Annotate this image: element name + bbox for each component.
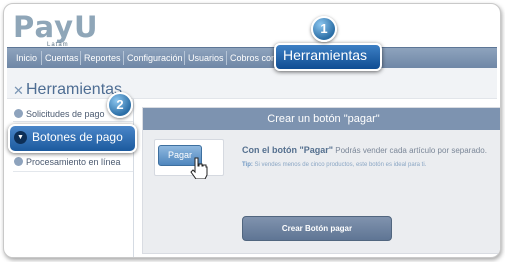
payu-logo[interactable]: PayU Latam xyxy=(13,10,99,49)
tip: Tip: Si vendes menos de cinco productos,… xyxy=(242,162,426,168)
nav-item-inicio[interactable]: Inicio xyxy=(16,48,37,68)
chevron-down-icon: ▼ xyxy=(14,131,27,144)
sidebar-item-label: Botones de pago xyxy=(32,130,123,144)
divider xyxy=(13,171,133,172)
logo-text: PayU xyxy=(13,10,99,44)
sidebar-item-label: Solicitudes de pago xyxy=(26,109,105,119)
sidebar: Solicitudes de pago Procesamiento en lín… xyxy=(7,99,134,257)
browser-frame: PayU Latam Inicio Cuentas Reportes Confi… xyxy=(3,3,501,258)
nav-separator xyxy=(123,51,124,65)
step-1-number: 1 xyxy=(320,21,328,36)
nav-item-reportes[interactable]: Reportes xyxy=(84,48,121,68)
nav-separator xyxy=(80,51,81,65)
nav-separator xyxy=(184,51,185,65)
tip-label: Tip: xyxy=(242,162,253,168)
sidebar-title: Herramientas xyxy=(26,81,123,98)
description: Con el botón "Pagar" Podrás vender cada … xyxy=(242,145,487,155)
circle-arrow-icon xyxy=(14,157,23,166)
step-2-badge: 2 xyxy=(107,92,133,118)
tip-text: Si vendes menos de cinco productos, este… xyxy=(252,162,427,168)
nav-separator xyxy=(226,51,227,65)
nav-item-usuarios[interactable]: Usuarios xyxy=(188,48,224,68)
nav-item-cobros[interactable]: Cobros con xyxy=(230,48,276,68)
hand-pointer-icon xyxy=(190,157,208,179)
main-nav: Inicio Cuentas Reportes Configuración Us… xyxy=(7,47,497,69)
step-2-number: 2 xyxy=(116,97,124,112)
description-rest: Podrás vender cada artículo por separado… xyxy=(333,146,487,155)
step-1-badge: 1 xyxy=(311,16,337,42)
sidebar-item-solicitudes[interactable]: Solicitudes de pago xyxy=(14,109,105,119)
nav-item-herramientas-highlight[interactable]: Herramientas xyxy=(274,43,382,71)
sidebar-item-label: Procesamiento en línea xyxy=(26,157,121,167)
nav-item-cuentas[interactable]: Cuentas xyxy=(45,48,79,68)
tools-icon: ✕ xyxy=(13,83,24,98)
create-pay-button[interactable]: Crear Botón pagar xyxy=(242,216,392,241)
circle-arrow-icon xyxy=(14,109,23,118)
nav-item-configuracion[interactable]: Configuración xyxy=(127,48,183,68)
sidebar-item-botones-active[interactable]: ▼ Botones de pago xyxy=(8,124,137,153)
divider xyxy=(13,121,133,122)
sidebar-item-procesamiento[interactable]: Procesamiento en línea xyxy=(14,157,121,167)
panel-title: Crear un botón "pagar" xyxy=(143,108,500,130)
description-bold: Con el botón "Pagar" xyxy=(242,145,334,155)
nav-item-herramientas-label: Herramientas xyxy=(283,47,368,63)
nav-separator xyxy=(41,51,42,65)
